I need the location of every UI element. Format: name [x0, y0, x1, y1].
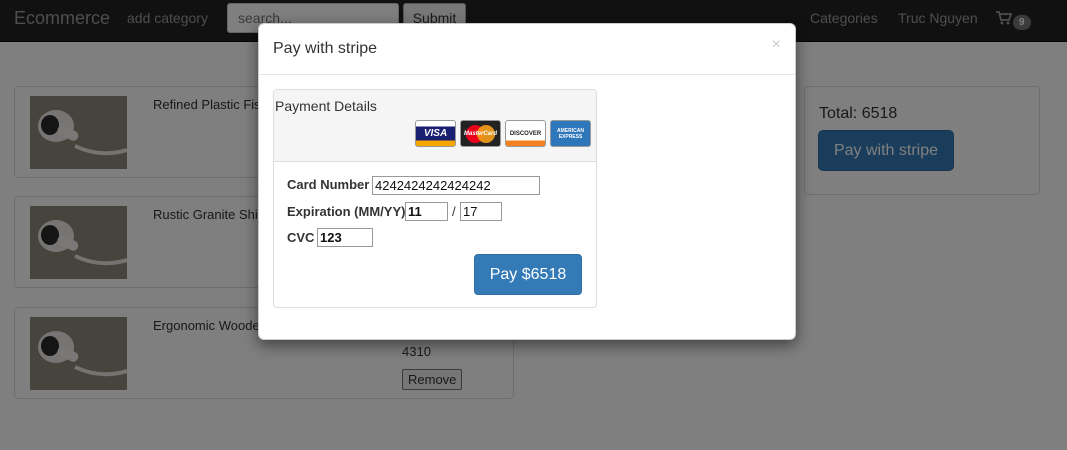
- expiration-label: Expiration (MM/YY): [287, 204, 406, 219]
- pay-amount-button[interactable]: Pay $6518: [474, 254, 582, 295]
- amex-card-icon: AMERICAN EXPRESS: [550, 120, 591, 147]
- payment-details-panel: Payment Details VISA MasterCard DISCOVER…: [273, 89, 597, 308]
- visa-card-icon: VISA: [415, 120, 456, 147]
- panel-title: Payment Details: [275, 98, 377, 114]
- modal-header: Pay with stripe ×: [259, 24, 795, 75]
- panel-heading: Payment Details VISA MasterCard DISCOVER…: [274, 90, 596, 162]
- cvc-label: CVC: [287, 230, 315, 245]
- payment-modal: Pay with stripe × Payment Details VISA M…: [258, 23, 796, 340]
- exp-month-field[interactable]: [405, 202, 448, 221]
- mastercard-icon: MasterCard: [460, 120, 501, 147]
- cvc-field[interactable]: [317, 228, 373, 247]
- exp-year-field[interactable]: [460, 202, 502, 221]
- discover-card-icon: DISCOVER: [505, 120, 546, 147]
- exp-separator: /: [452, 204, 456, 219]
- card-number-label: Card Number: [287, 177, 370, 192]
- modal-title: Pay with stripe: [273, 40, 378, 57]
- card-number-field[interactable]: [372, 176, 540, 195]
- accepted-cards: VISA MasterCard DISCOVER AMERICAN EXPRES…: [415, 120, 591, 147]
- close-icon[interactable]: ×: [772, 36, 781, 54]
